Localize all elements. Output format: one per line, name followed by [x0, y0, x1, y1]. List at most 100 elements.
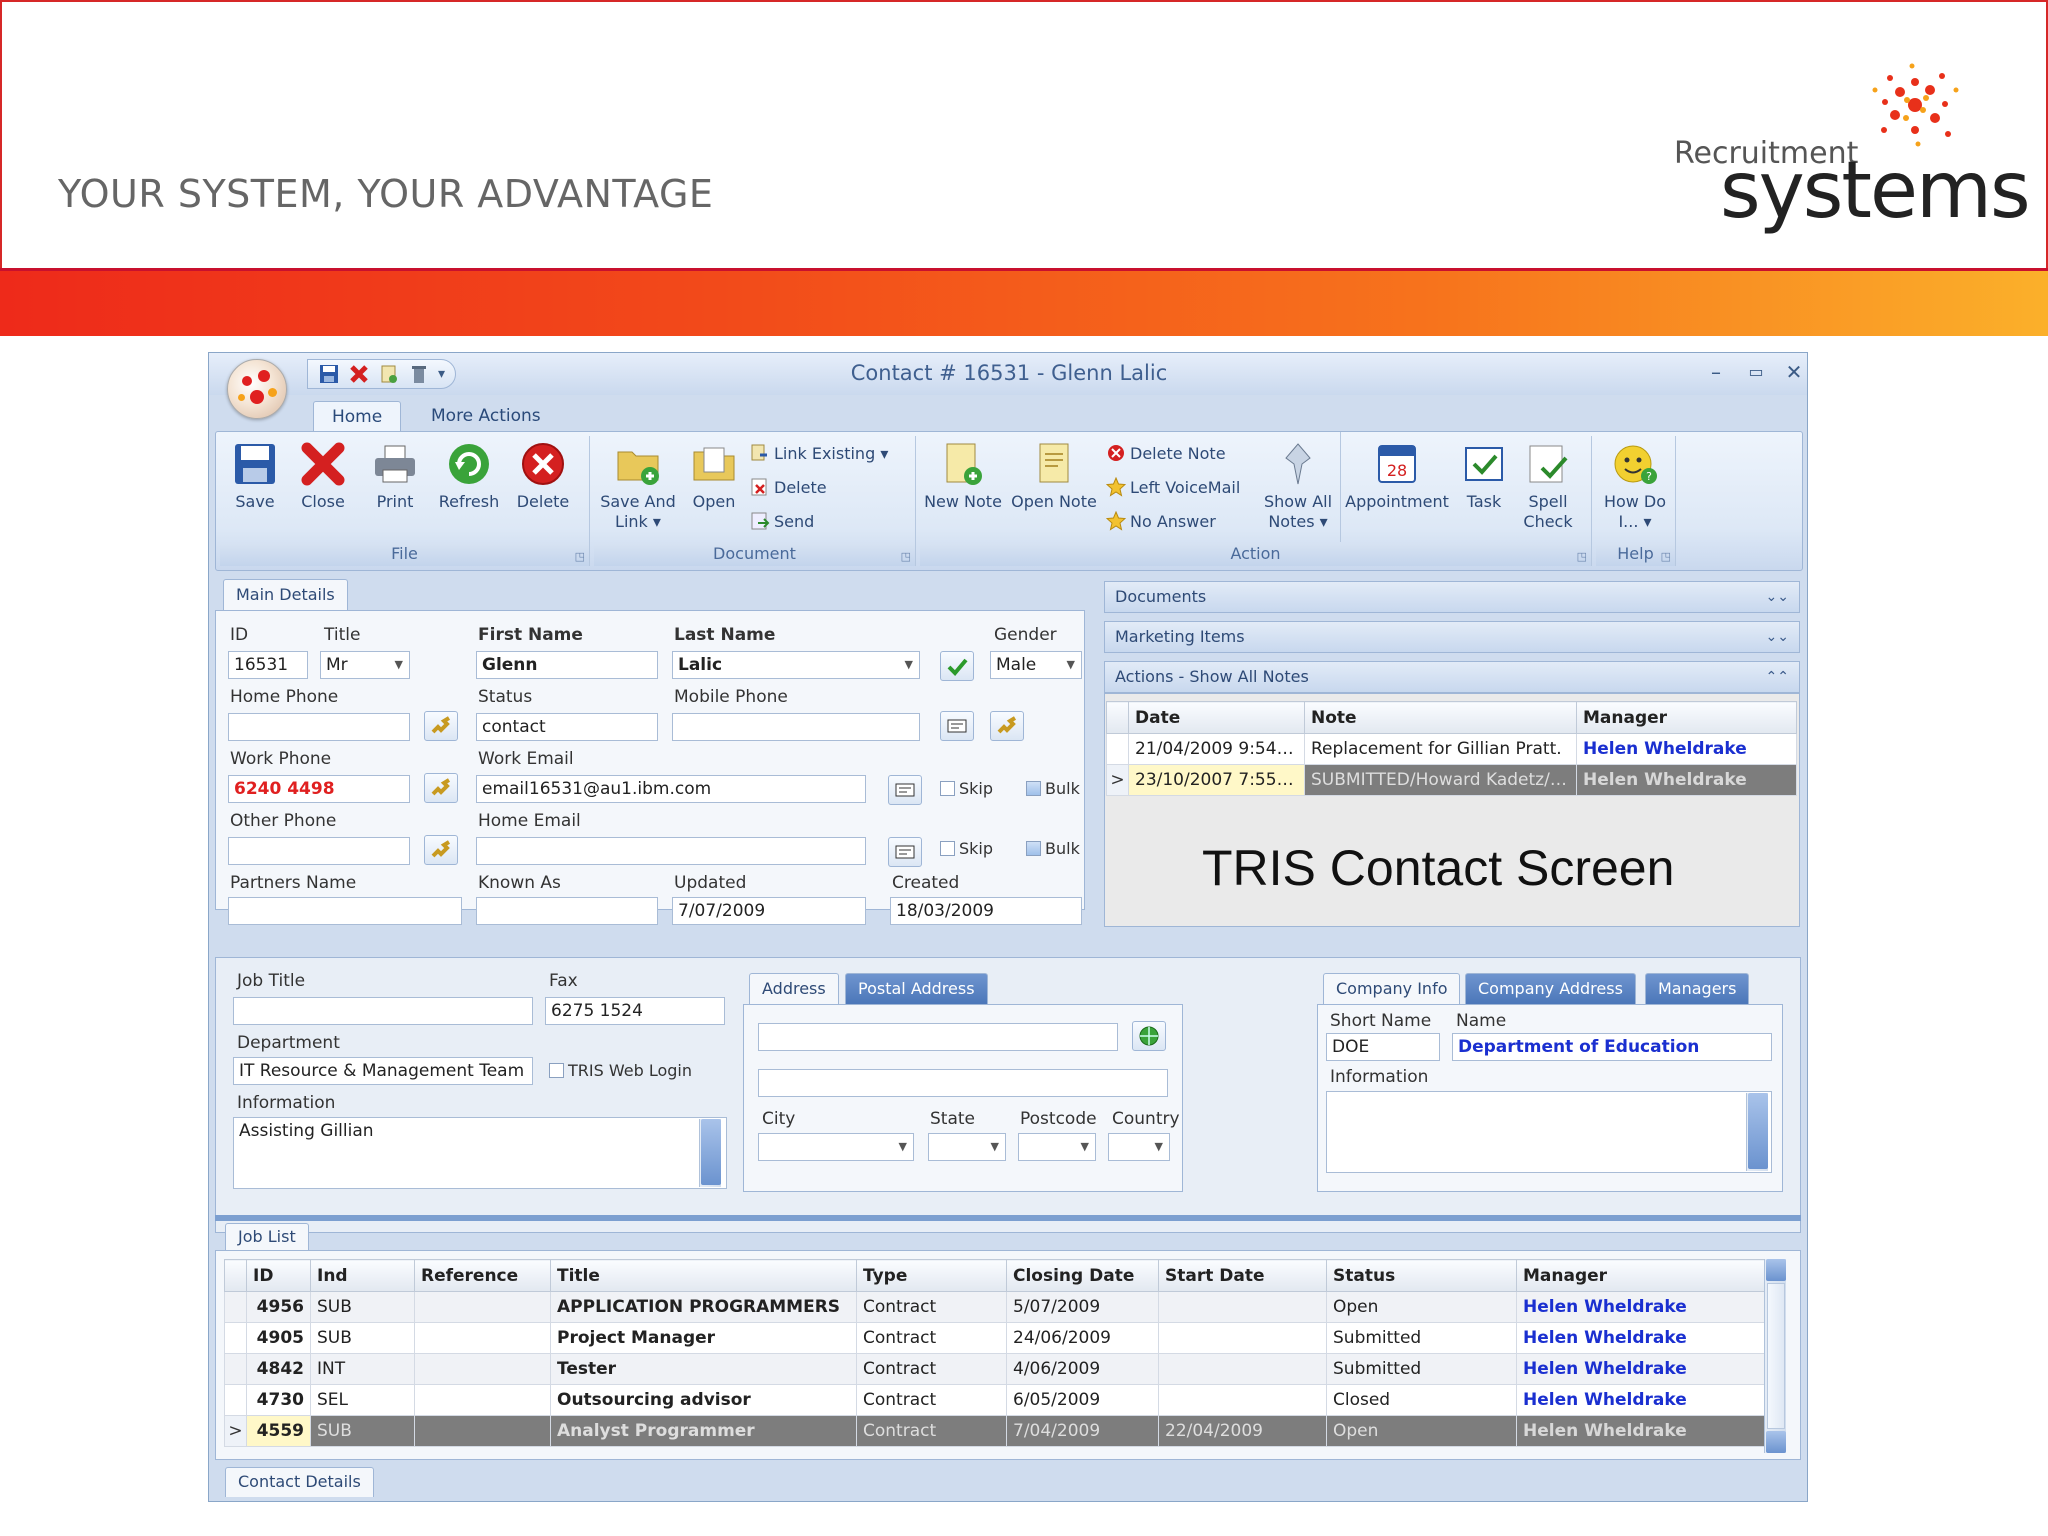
close-button[interactable]: Close — [294, 440, 352, 512]
tab-home[interactable]: Home — [313, 401, 402, 431]
maximize-button[interactable]: ▭ — [1739, 357, 1773, 387]
notes-row[interactable]: 21/04/2009 9:54:2... Replacement for Gil… — [1106, 733, 1797, 765]
dialog-launcher-icon[interactable]: ◳ — [575, 550, 585, 563]
show-all-notes-button[interactable]: Show All Notes ▾ — [1262, 440, 1334, 532]
tab-managers[interactable]: Managers — [1645, 973, 1750, 1005]
marketing-items-section-header[interactable]: Marketing Items ⌄⌄ — [1104, 621, 1800, 653]
updated-field[interactable]: 7/07/2009 — [672, 897, 866, 925]
delete-button[interactable]: Delete — [510, 440, 576, 512]
job-header-ind[interactable]: Ind — [310, 1259, 415, 1292]
link-existing-button[interactable]: Link Existing ▾ — [750, 440, 888, 466]
title-select[interactable]: Mr ▼ — [320, 651, 410, 679]
job-row[interactable]: 4956 SUB APPLICATION PROGRAMMERS Contrac… — [224, 1291, 1765, 1323]
country-select[interactable]: ▼ — [1108, 1133, 1170, 1161]
home-phone-field[interactable] — [228, 713, 410, 741]
dial-mobile-button[interactable] — [990, 711, 1024, 741]
appointment-button[interactable]: 28 Appointment — [1344, 440, 1450, 512]
short-name-field[interactable]: DOE — [1326, 1033, 1440, 1061]
created-field[interactable]: 18/03/2009 — [890, 897, 1082, 925]
work-email-field[interactable]: email16531@au1.ibm.com — [476, 775, 866, 803]
minimize-button[interactable]: – — [1699, 357, 1733, 387]
send-home-email-button[interactable] — [888, 837, 922, 867]
job-header-start-date[interactable]: Start Date — [1158, 1259, 1327, 1292]
save-and-link-button[interactable]: Save And Link ▾ — [598, 440, 678, 532]
notes-header-manager[interactable]: Manager — [1576, 701, 1797, 734]
known-as-field[interactable] — [476, 897, 658, 925]
job-header-title[interactable]: Title — [550, 1259, 857, 1292]
job-title-field[interactable] — [233, 997, 533, 1025]
print-button[interactable]: Print — [366, 440, 424, 512]
map-lookup-button[interactable] — [1132, 1021, 1166, 1051]
how-do-i-button[interactable]: ? How Do I... ▾ — [1602, 440, 1668, 532]
job-header-reference[interactable]: Reference — [414, 1259, 551, 1292]
refresh-button[interactable]: Refresh — [434, 440, 504, 512]
task-button[interactable]: Task — [1456, 440, 1512, 512]
confirm-name-button[interactable] — [940, 651, 974, 681]
tab-main-details[interactable]: Main Details — [223, 579, 348, 611]
open-document-button[interactable]: Open — [686, 440, 742, 512]
fax-field[interactable]: 6275 1524 — [545, 997, 725, 1025]
tab-address[interactable]: Address — [749, 973, 839, 1005]
job-row[interactable]: 4842 INT Tester Contract 4/06/2009 Submi… — [224, 1353, 1765, 1385]
delete-document-button[interactable]: Delete — [750, 474, 827, 500]
spell-check-button[interactable]: Spell Check — [1518, 440, 1578, 532]
notes-header-date[interactable]: Date — [1128, 701, 1305, 734]
other-phone-field[interactable] — [228, 837, 410, 865]
job-header-manager[interactable]: Manager — [1516, 1259, 1765, 1292]
partners-name-field[interactable] — [228, 897, 462, 925]
scroll-thumb[interactable] — [1748, 1093, 1768, 1169]
send-button[interactable]: Send — [750, 508, 814, 534]
window-close-button[interactable]: ✕ — [1777, 357, 1807, 387]
job-header-id[interactable]: ID — [246, 1259, 311, 1292]
job-list-scrollbar[interactable] — [1764, 1259, 1786, 1453]
save-button[interactable]: Save — [226, 440, 284, 512]
close-icon[interactable] — [348, 363, 370, 385]
home-email-bulk-checkbox[interactable]: Bulk — [1026, 839, 1080, 858]
notes-header-note[interactable]: Note — [1304, 701, 1577, 734]
company-name-field[interactable]: Department of Education — [1452, 1033, 1772, 1061]
tab-company-address[interactable]: Company Address — [1465, 973, 1636, 1005]
app-menu-button[interactable] — [227, 359, 287, 419]
tris-web-login-checkbox[interactable]: TRIS Web Login — [549, 1061, 692, 1080]
mobile-phone-field[interactable] — [672, 713, 920, 741]
bin-icon[interactable] — [408, 363, 430, 385]
left-voicemail-button[interactable]: Left VoiceMail — [1106, 474, 1240, 500]
document-link-icon[interactable] — [378, 363, 400, 385]
home-email-field[interactable] — [476, 837, 866, 865]
dialog-launcher-icon[interactable]: ◳ — [901, 550, 911, 563]
department-field[interactable]: IT Resource & Management Team — [233, 1057, 533, 1085]
dial-home-phone-button[interactable] — [424, 711, 458, 741]
work-email-skip-checkbox[interactable]: Skip — [940, 779, 993, 798]
dialog-launcher-icon[interactable]: ◳ — [1577, 550, 1587, 563]
tab-postal-address[interactable]: Postal Address — [845, 973, 988, 1005]
job-header-closing-date[interactable]: Closing Date — [1006, 1259, 1159, 1292]
no-answer-button[interactable]: No Answer — [1106, 508, 1216, 534]
scroll-down-icon[interactable] — [1766, 1431, 1786, 1453]
gender-select[interactable]: Male ▼ — [990, 651, 1082, 679]
dialog-launcher-icon[interactable]: ◳ — [1661, 550, 1671, 563]
company-info-scrollbar[interactable] — [1746, 1093, 1768, 1171]
company-information-field[interactable] — [1326, 1091, 1772, 1173]
job-header-status[interactable]: Status — [1326, 1259, 1517, 1292]
dial-other-phone-button[interactable] — [424, 835, 458, 865]
job-row[interactable]: 4730 SEL Outsourcing advisor Contract 6/… — [224, 1384, 1765, 1416]
last-name-select[interactable]: Lalic ▼ — [672, 651, 920, 679]
job-row[interactable]: 4905 SUB Project Manager Contract 24/06/… — [224, 1322, 1765, 1354]
sms-button[interactable] — [940, 711, 974, 741]
actions-section-header[interactable]: Actions - Show All Notes ⌃⌃ — [1104, 661, 1800, 693]
id-field[interactable]: 16531 — [228, 651, 308, 679]
documents-section-header[interactable]: Documents ⌄⌄ — [1104, 581, 1800, 613]
address-line-2[interactable] — [758, 1069, 1168, 1097]
tab-contact-details[interactable]: Contact Details — [225, 1467, 374, 1497]
first-name-field[interactable]: Glenn — [476, 651, 658, 679]
home-email-skip-checkbox[interactable]: Skip — [940, 839, 993, 858]
notes-row-selected[interactable]: > 23/10/2007 7:55:0... SUBMITTED/Howard … — [1106, 764, 1797, 796]
tab-more-actions[interactable]: More Actions — [413, 401, 559, 431]
tab-company-info[interactable]: Company Info — [1323, 973, 1461, 1005]
open-note-button[interactable]: Open Note — [1010, 440, 1098, 512]
splitter[interactable] — [215, 1215, 1801, 1221]
scroll-thumb[interactable] — [701, 1119, 721, 1185]
information-scrollbar[interactable] — [699, 1119, 721, 1187]
save-icon[interactable] — [318, 363, 340, 385]
send-work-email-button[interactable] — [888, 775, 922, 805]
